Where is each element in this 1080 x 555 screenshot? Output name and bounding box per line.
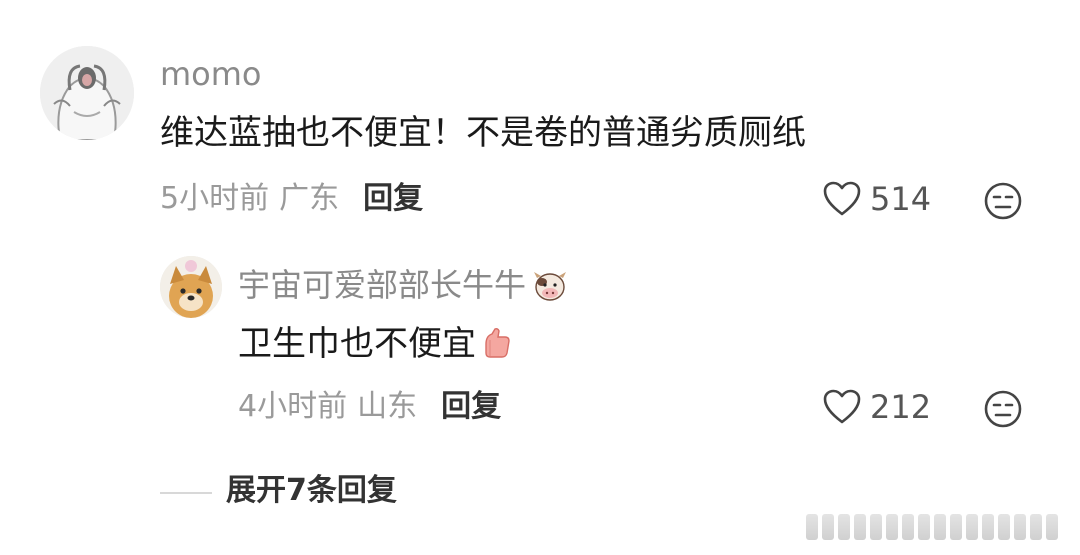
dog-avatar-image [160, 256, 222, 318]
comment-reply-button[interactable]: 回复 [363, 184, 423, 214]
comment-time: 5小时前 [160, 181, 270, 216]
expand-divider [160, 492, 212, 494]
reply-text: 卫生巾也不便宜 [238, 324, 476, 364]
reply-text-row: 卫生巾也不便宜 [238, 326, 514, 362]
heart-icon [822, 180, 862, 218]
comment-like-count: 514 [870, 180, 932, 218]
reply-username-row: 宇宙可爱部部长牛牛 [238, 268, 568, 302]
avatar-momo[interactable] [40, 46, 134, 140]
reply-reply-button[interactable]: 回复 [441, 392, 501, 422]
expand-replies-button[interactable]: 展开7条回复 [226, 476, 397, 506]
meh-face-icon [983, 389, 1023, 429]
reply-like-button[interactable]: 212 [822, 388, 931, 426]
meh-face-icon [983, 181, 1023, 221]
reply-dislike-button[interactable] [983, 389, 1023, 429]
hamster-avatar-image [40, 46, 134, 140]
comment-dislike-button[interactable] [983, 181, 1023, 221]
reply-like-count: 212 [870, 388, 932, 426]
comment-meta: 5小时前 广东 回复 [160, 184, 423, 214]
cow-emoji-icon [532, 268, 568, 302]
comment-username[interactable]: momo [160, 58, 262, 90]
comment-location: 广东 [279, 181, 340, 216]
comment-like-button[interactable]: 514 [822, 180, 931, 218]
thumbs-up-emoji-icon [478, 326, 514, 362]
reply-time: 4小时前 [238, 389, 348, 424]
reply-location: 山东 [357, 389, 418, 424]
heart-icon [822, 388, 862, 426]
reply-meta: 4小时前 山东 回复 [238, 392, 501, 422]
comment-text: 维达蓝抽也不便宜！不是卷的普通劣质厕纸 [160, 113, 806, 153]
reply-username[interactable]: 宇宙可爱部部长牛牛 [238, 269, 526, 301]
watermark [806, 514, 1058, 540]
avatar-niuniu[interactable] [160, 256, 222, 318]
